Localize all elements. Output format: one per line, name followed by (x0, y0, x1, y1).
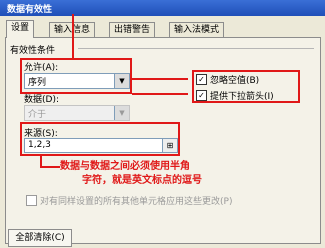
tab-error-alert[interactable]: 出错警告 (109, 22, 156, 37)
title-bar: 数据有效性 (0, 0, 325, 16)
apply-all-checkbox[interactable] (26, 195, 37, 206)
highlight-checkboxes (192, 70, 300, 103)
data-value: 介于 (28, 110, 47, 120)
note-line-1: 数据与数据之间必须使用半角 (60, 161, 190, 172)
arrow-line-top (72, 14, 74, 60)
apply-all-label: 对有同样设置的所有其他单元格应用这些更改(P) (40, 197, 233, 207)
window-title: 数据有效性 (7, 5, 53, 15)
arrow-line-right-2 (132, 93, 188, 95)
chevron-down-icon[interactable]: ▼ (114, 106, 129, 120)
highlight-allow (20, 58, 132, 94)
arrow-line-to-note (40, 166, 60, 168)
data-select[interactable]: 介于 ▼ (24, 105, 130, 121)
highlight-source (20, 122, 180, 156)
data-validation-dialog: 数据有效性 设置 输入信息 出错警告 输入法模式 有效性条件 允许(A): 序列… (0, 0, 325, 248)
tab-ime-mode[interactable]: 输入法模式 (169, 22, 225, 37)
tab-settings[interactable]: 设置 (6, 20, 35, 38)
arrow-line-right-1 (132, 78, 188, 80)
annotation-note: 数据与数据之间必须使用半角 字符，就是英文标点的逗号 (60, 160, 202, 188)
group-divider (78, 48, 314, 49)
clear-all-button[interactable]: 全部清除(C) (8, 229, 72, 247)
group-title: 有效性条件 (10, 46, 56, 56)
note-line-2: 字符，就是英文标点的逗号 (82, 175, 202, 186)
